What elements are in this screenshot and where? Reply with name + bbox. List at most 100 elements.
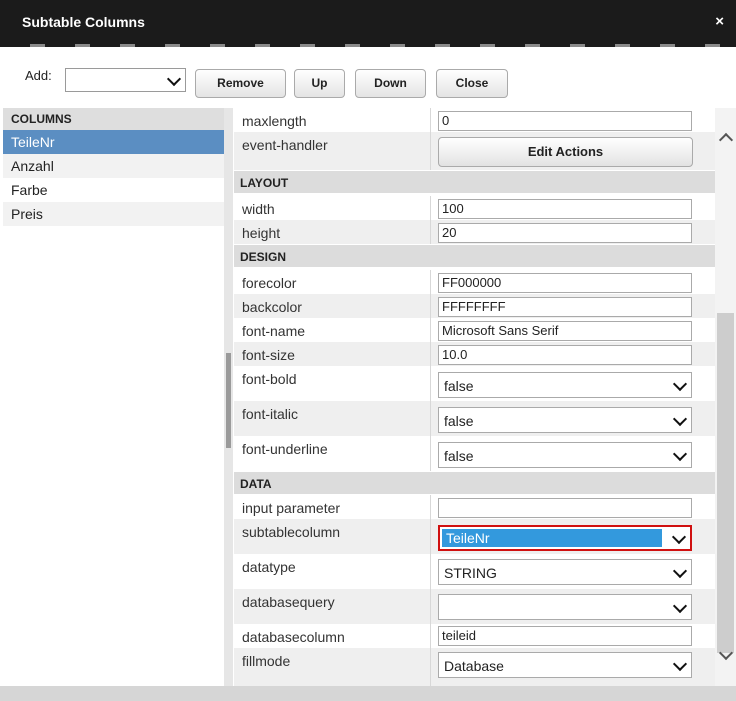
height-input[interactable]: 20 [438,223,692,243]
edit-actions-button[interactable]: Edit Actions [438,137,693,167]
chevron-down-icon [672,598,688,614]
column-divider [430,270,431,294]
vertical-scrollbar[interactable] [715,108,736,686]
property-grid: maxlength 0 event-handler Edit Actions L… [234,108,715,686]
prop-label: input parameter [242,500,341,516]
prop-label: backcolor [242,299,302,315]
prop-label: height [242,225,281,241]
prop-row-event-handler: event-handler Edit Actions [234,132,715,170]
input-parameter-input[interactable] [438,498,692,518]
column-divider [430,519,431,554]
column-divider [430,294,431,318]
datatype-select[interactable]: STRING [438,559,692,585]
chevron-down-icon [672,656,688,672]
databasecolumn-input[interactable]: teileid [438,626,692,646]
panel-splitter[interactable] [224,108,233,686]
subtablecolumn-select[interactable]: TeileNr [438,525,692,551]
font-italic-select[interactable]: false [438,407,692,433]
font-underline-select[interactable]: false [438,442,692,468]
prop-row-datatype: datatype STRING [234,554,715,589]
scroll-up-icon[interactable] [718,132,734,148]
section-title: LAYOUT [240,176,289,190]
column-divider [430,554,431,589]
toolbar: Add: Remove Up Down Close [0,47,736,105]
prop-row-font-bold: font-bold false [234,366,715,401]
prop-label: databasequery [242,594,335,610]
fillmode-select[interactable]: Database [438,652,692,678]
select-value: false [444,413,474,429]
prop-row-databasecolumn: databasecolumn teileid [234,624,715,648]
up-button[interactable]: Up [294,69,345,98]
section-layout: LAYOUT [234,171,715,193]
column-divider [430,196,431,220]
column-item-preis[interactable]: Preis [3,202,224,226]
splitter-grip[interactable] [226,353,231,448]
prop-label: forecolor [242,275,297,291]
column-divider [430,401,431,436]
prop-row-height: height 20 [234,220,715,244]
close-icon[interactable]: × [715,13,724,30]
font-size-input[interactable]: 10.0 [438,345,692,365]
column-divider [430,436,431,471]
prop-row-fillmode: fillmode Database [234,648,715,686]
column-item-anzahl[interactable]: Anzahl [3,154,224,178]
remove-button[interactable]: Remove [195,69,286,98]
prop-label: datatype [242,559,296,575]
add-column-select[interactable] [65,68,186,92]
prop-row-forecolor: forecolor FF000000 [234,270,715,294]
column-divider [430,495,431,519]
section-title: DATA [240,477,272,491]
forecolor-input[interactable]: FF000000 [438,273,692,293]
prop-row-subtablecolumn: subtablecolumn TeileNr [234,519,715,554]
prop-label: font-size [242,347,295,363]
prop-label: fillmode [242,653,291,669]
chevron-down-icon [672,376,688,392]
select-value: false [444,378,474,394]
chevron-down-icon [166,71,182,87]
databasequery-select[interactable] [438,594,692,620]
prop-label: event-handler [242,137,328,153]
maxlength-input[interactable]: 0 [438,111,692,131]
scrollbar-thumb[interactable] [717,313,734,653]
prop-row-width: width 100 [234,196,715,220]
column-item-teilenr[interactable]: TeileNr [3,130,224,154]
prop-label: font-name [242,323,306,339]
section-data: DATA [234,472,715,494]
prop-label: subtablecolumn [242,524,341,540]
down-button[interactable]: Down [355,69,426,98]
font-name-input[interactable]: Microsoft Sans Serif [438,321,692,341]
column-divider [430,318,431,342]
section-title: DESIGN [240,250,287,264]
column-divider [430,648,431,686]
add-label: Add: [25,68,52,83]
status-bar [0,686,736,701]
chevron-down-icon [671,529,687,545]
backcolor-input[interactable]: FFFFFFFF [438,297,692,317]
select-value: Database [444,658,504,674]
columns-header: COLUMNS [3,108,224,130]
prop-row-input-parameter: input parameter [234,495,715,519]
prop-row-font-name: font-name Microsoft Sans Serif [234,318,715,342]
close-button[interactable]: Close [436,69,508,98]
chevron-down-icon [672,446,688,462]
prop-row-font-size: font-size 10.0 [234,342,715,366]
prop-row-backcolor: backcolor FFFFFFFF [234,294,715,318]
section-design: DESIGN [234,245,715,267]
font-bold-select[interactable]: false [438,372,692,398]
chevron-down-icon [672,411,688,427]
prop-label: font-italic [242,406,299,422]
dialog-titlebar: Subtable Columns × [0,0,736,47]
column-divider [430,589,431,624]
prop-label: databasecolumn [242,629,345,645]
width-input[interactable]: 100 [438,199,692,219]
select-value: STRING [444,565,497,581]
columns-panel: COLUMNS TeileNr Anzahl Farbe Preis [3,108,225,686]
prop-label: maxlength [242,113,307,129]
select-value: false [444,448,474,464]
prop-row-font-underline: font-underline false [234,436,715,471]
column-divider [430,366,431,401]
column-item-farbe[interactable]: Farbe [3,178,224,202]
column-divider [430,624,431,648]
prop-row-maxlength: maxlength 0 [234,108,715,132]
column-divider [430,132,431,170]
